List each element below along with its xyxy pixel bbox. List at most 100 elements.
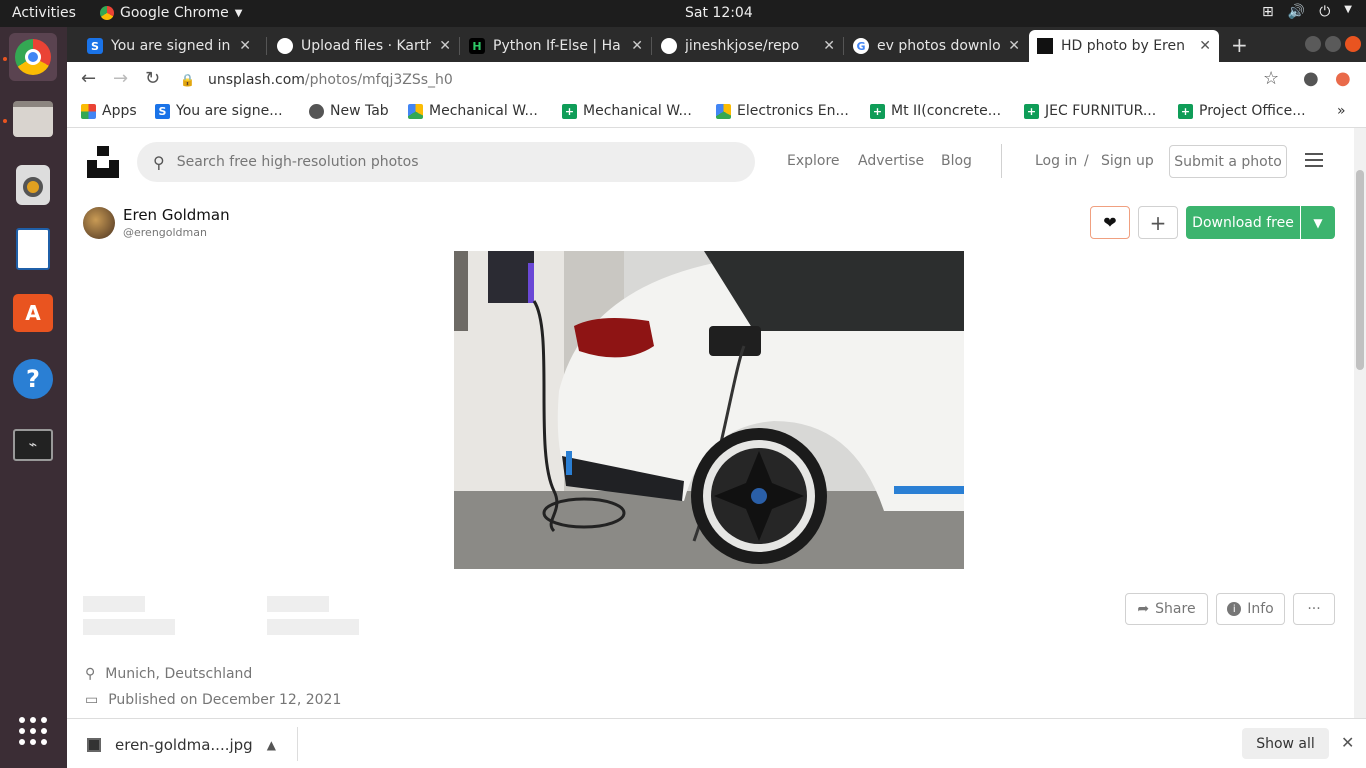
close-icon[interactable]: ✕: [439, 38, 451, 54]
downloads-shelf: eren-goldma....jpg ▲ Show all ✕: [67, 718, 1366, 768]
volume-icon: 🔊: [1287, 4, 1306, 20]
chevron-up-icon[interactable]: ▲: [267, 738, 276, 752]
main-photo[interactable]: [454, 251, 964, 569]
system-top-bar: Activities Google Chrome ▼ Sat 12:04 ⊞ 🔊…: [0, 0, 1366, 27]
maximize-button[interactable]: [1325, 36, 1341, 52]
page-scrollbar[interactable]: [1354, 128, 1366, 718]
update-icon[interactable]: ●: [1335, 68, 1351, 89]
dock-files[interactable]: [9, 95, 57, 143]
close-icon[interactable]: ✕: [1008, 38, 1020, 54]
signup-link[interactable]: Sign up: [1101, 153, 1154, 169]
tab-python-if-else[interactable]: H Python If-Else | Ha ✕: [461, 30, 651, 62]
minimize-button[interactable]: [1305, 36, 1321, 52]
bookmark-label: Apps: [102, 103, 137, 119]
clock[interactable]: Sat 12:04: [685, 5, 753, 21]
author-name[interactable]: Eren Goldman: [123, 206, 230, 224]
system-tray[interactable]: ⊞ 🔊 ⏻ ▼: [1262, 4, 1352, 20]
tab-ev-photos[interactable]: G ev photos downlo ✕: [845, 30, 1028, 62]
tab-title: HD photo by Eren: [1061, 38, 1185, 54]
bookmark-new-tab[interactable]: New Tab: [309, 103, 389, 119]
sheets-icon: +: [1178, 103, 1193, 119]
unsplash-icon: [1037, 38, 1053, 54]
back-button[interactable]: ←: [81, 68, 96, 89]
close-window-button[interactable]: [1345, 36, 1361, 52]
share-label: Share: [1155, 601, 1196, 617]
bookmark-jec-furniture[interactable]: + JEC FURNITUR...: [1024, 103, 1156, 119]
new-tab-button[interactable]: +: [1231, 33, 1248, 57]
info-button[interactable]: i Info: [1216, 593, 1285, 625]
s-icon: S: [155, 103, 170, 119]
github-icon: [277, 38, 293, 54]
download-item[interactable]: eren-goldma....jpg ▲: [87, 736, 276, 754]
activities-button[interactable]: Activities: [12, 5, 76, 21]
nav-advertise[interactable]: Advertise: [858, 153, 924, 169]
submit-photo-button[interactable]: Submit a photo: [1169, 145, 1287, 178]
chevron-down-icon: ▼: [1313, 215, 1323, 230]
tab-divider: [843, 37, 844, 55]
close-icon[interactable]: ✕: [1341, 733, 1354, 752]
tab-title: Python If-Else | Ha: [493, 38, 621, 54]
like-button[interactable]: ❤: [1090, 206, 1130, 239]
dock-help[interactable]: ?: [9, 355, 57, 403]
search-placeholder: Search free high-resolution photos: [176, 154, 419, 170]
running-indicator: [3, 119, 7, 123]
bookmarks-overflow-icon[interactable]: »: [1337, 103, 1346, 119]
drive-icon: [716, 103, 731, 119]
close-icon[interactable]: ✕: [631, 38, 643, 54]
nav-explore[interactable]: Explore: [787, 153, 840, 169]
photo-published-date: ▭ Published on December 12, 2021: [85, 692, 341, 708]
dock-system-monitor[interactable]: ⌁: [9, 421, 57, 469]
bookmarks-bar: Apps S You are signe... New Tab Mechanic…: [67, 97, 1366, 128]
tab-signed-in[interactable]: S You are signed in a ✕: [79, 30, 259, 62]
bookmark-electronics[interactable]: Electronics En...: [716, 103, 849, 119]
share-button[interactable]: ➦ Share: [1125, 593, 1208, 625]
bookmark-apps[interactable]: Apps: [81, 103, 137, 119]
dock-writer[interactable]: [9, 225, 57, 273]
toolbar: ← → ↻ 🔒 unsplash.com/photos/mfqj3ZSs_h0 …: [67, 62, 1366, 97]
bookmark-star-icon[interactable]: ☆: [1263, 68, 1279, 89]
author-info[interactable]: Eren Goldman @erengoldman: [83, 206, 230, 239]
tab-title: ev photos downlo: [877, 38, 1001, 54]
close-icon[interactable]: ✕: [1199, 38, 1211, 54]
login-link[interactable]: Log in: [1035, 153, 1077, 169]
google-icon: G: [853, 38, 869, 54]
tab-upload-files[interactable]: Upload files · Karth ✕: [269, 30, 459, 62]
forward-button[interactable]: →: [113, 68, 128, 89]
dock-show-apps[interactable]: [9, 707, 57, 755]
dock-rhythmbox[interactable]: [9, 161, 57, 209]
profile-icon[interactable]: ●: [1303, 68, 1319, 89]
nav-blog[interactable]: Blog: [941, 153, 972, 169]
dock-software[interactable]: A: [9, 289, 57, 337]
menu-icon[interactable]: [1305, 153, 1323, 171]
sheets-icon: +: [870, 103, 885, 119]
close-icon[interactable]: ✕: [239, 38, 251, 54]
download-options-button[interactable]: ▼: [1301, 206, 1335, 239]
photo-location: ⚲ Munich, Deutschland: [85, 666, 252, 682]
bookmark-signed-in[interactable]: S You are signe...: [155, 103, 283, 119]
search-icon: ⚲: [153, 152, 165, 172]
app-menu[interactable]: Google Chrome ▼: [100, 5, 242, 21]
chrome-icon: [15, 39, 51, 75]
author-handle[interactable]: @erengoldman: [123, 226, 230, 239]
tab-repo[interactable]: jineshkjose/repo ✕: [653, 30, 843, 62]
address-bar[interactable]: 🔒 unsplash.com/photos/mfqj3ZSs_h0: [180, 67, 1340, 93]
bookmark-project-office[interactable]: + Project Office...: [1178, 103, 1306, 119]
dock-chrome[interactable]: [9, 33, 57, 81]
tab-hd-photo[interactable]: HD photo by Eren ✕: [1029, 30, 1219, 62]
close-icon[interactable]: ✕: [823, 38, 835, 54]
add-to-collection-button[interactable]: +: [1138, 206, 1178, 239]
bookmark-mechanical-drive[interactable]: Mechanical W...: [408, 103, 538, 119]
tab-title: Upload files · Karth: [301, 38, 432, 54]
show-all-button[interactable]: Show all: [1242, 728, 1329, 759]
more-actions-button[interactable]: ···: [1293, 593, 1335, 625]
bookmark-mt-concrete[interactable]: + Mt II(concrete...: [870, 103, 1001, 119]
download-button[interactable]: Download free: [1186, 206, 1300, 239]
bookmark-mechanical-sheets[interactable]: + Mechanical W...: [562, 103, 692, 119]
reload-button[interactable]: ↻: [145, 68, 160, 89]
avatar[interactable]: [83, 206, 115, 239]
sheets-icon: +: [1024, 103, 1039, 119]
scrollbar-thumb[interactable]: [1356, 170, 1364, 370]
unsplash-logo-icon[interactable]: [87, 146, 119, 178]
search-input[interactable]: ⚲ Search free high-resolution photos: [137, 142, 755, 182]
tab-divider: [651, 37, 652, 55]
